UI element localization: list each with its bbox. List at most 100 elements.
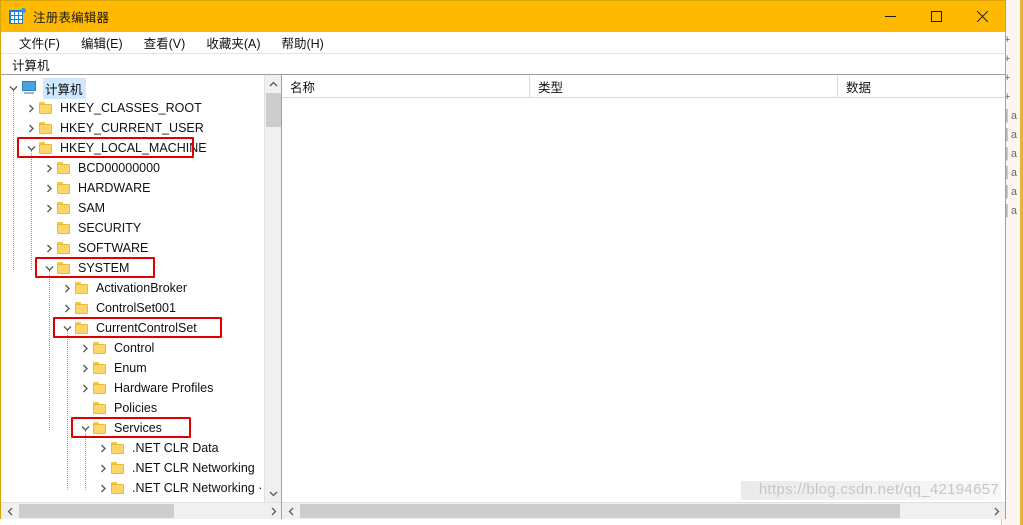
tree-node-.net-clr-data[interactable]: .NET CLR Data <box>95 438 223 458</box>
registry-tree-pane: 计算机 HKEY_CLASSES_ROOT HKEY_CURRENT_USER HKE… <box>1 75 282 519</box>
chevron-down-icon[interactable] <box>77 418 93 438</box>
maximize-button[interactable] <box>913 1 959 32</box>
tree-node-hardware-profiles[interactable]: Hardware Profiles <box>77 378 217 398</box>
watermark-text: https://blog.csdn.net/qq_42194657 <box>758 481 999 498</box>
tree-node-.net-clr-networking[interactable]: .NET CLR Networking · <box>95 478 263 498</box>
folder-icon <box>57 201 73 215</box>
window-title: 注册表编辑器 <box>33 11 110 25</box>
scroll-up-icon[interactable] <box>265 75 281 92</box>
tree-node-label: HKEY_CLASSES_ROOT <box>60 101 202 115</box>
chevron-right-icon[interactable] <box>77 378 93 398</box>
tree-guide-line <box>85 430 86 490</box>
tree-node-security[interactable]: SECURITY <box>41 218 145 238</box>
address-bar[interactable]: 计算机 <box>1 54 1005 75</box>
chevron-down-icon[interactable] <box>23 138 39 158</box>
tree-node-software[interactable]: SOFTWARE <box>41 238 152 258</box>
column-header-name[interactable]: 名称 <box>282 75 530 98</box>
menu-item-favorites[interactable]: 收藏夹(A) <box>197 32 269 54</box>
chevron-right-icon[interactable] <box>95 438 111 458</box>
registry-editor-icon <box>9 8 26 25</box>
chevron-right-icon[interactable] <box>41 238 57 258</box>
minimize-icon <box>884 16 896 17</box>
chevron-down-icon[interactable] <box>59 318 75 338</box>
registry-editor-window: 注册表编辑器 文件(F) 编辑(E) 查看(V) 收藏夹(A) 帮助(H) 计算… <box>0 0 1006 519</box>
tree-node-sam[interactable]: SAM <box>41 198 109 218</box>
values-hscroll-thumb[interactable] <box>300 504 900 518</box>
values-list-pane: 名称 类型 数据 https://blog.csdn.net/qq_421946… <box>282 75 1005 519</box>
tree-node-services[interactable]: Services <box>77 418 166 438</box>
menu-item-help[interactable]: 帮助(H) <box>272 32 332 54</box>
folder-icon <box>111 461 127 475</box>
folder-icon <box>57 241 73 255</box>
tree-node-label: SYSTEM <box>78 261 130 275</box>
tree-hscroll-thumb[interactable] <box>19 504 174 518</box>
tree-node-.net-clr-networking[interactable]: .NET CLR Networking <box>95 458 259 478</box>
tree-node-control[interactable]: Control <box>77 338 158 358</box>
chevron-right-icon[interactable] <box>77 358 93 378</box>
minimize-button[interactable] <box>867 1 913 32</box>
chevron-down-icon[interactable] <box>5 78 21 98</box>
scroll-right-icon[interactable] <box>265 503 281 519</box>
chevron-right-icon[interactable] <box>41 198 57 218</box>
scroll-down-icon[interactable] <box>265 485 281 502</box>
column-header-type[interactable]: 类型 <box>530 75 838 98</box>
values-list-empty[interactable] <box>282 98 1005 502</box>
tree-node-hkey_local_machine[interactable]: HKEY_LOCAL_MACHINE <box>23 138 211 158</box>
folder-icon <box>39 141 55 155</box>
folder-icon <box>93 381 109 395</box>
menu-item-edit[interactable]: 编辑(E) <box>72 32 132 54</box>
folder-icon <box>93 361 109 375</box>
chevron-down-icon[interactable] <box>41 258 57 278</box>
tree-guide-line <box>49 270 50 430</box>
chevron-right-icon[interactable] <box>23 118 39 138</box>
tree-node-policies[interactable]: Policies <box>77 398 161 418</box>
chevron-right-icon[interactable] <box>59 298 75 318</box>
chevron-right-icon[interactable] <box>95 478 111 498</box>
tree-node-controlset001[interactable]: ControlSet001 <box>59 298 180 318</box>
tree-node-hkey_current_user[interactable]: HKEY_CURRENT_USER <box>23 118 208 138</box>
chevron-right-icon[interactable] <box>77 338 93 358</box>
folder-icon <box>57 261 73 275</box>
folder-icon <box>93 421 109 435</box>
tree-vscroll-thumb[interactable] <box>266 93 281 127</box>
tree-node-label: SAM <box>78 201 106 215</box>
folder-icon <box>93 341 109 355</box>
tree-node-system[interactable]: SYSTEM <box>41 258 133 278</box>
folder-icon <box>93 401 109 415</box>
tree-node-enum[interactable]: Enum <box>77 358 151 378</box>
values-scroll-left-icon[interactable] <box>282 503 299 519</box>
tree-node-bcd00000000[interactable]: BCD00000000 <box>41 158 164 178</box>
menu-item-file[interactable]: 文件(F) <box>10 32 69 54</box>
chevron-right-icon[interactable] <box>41 158 57 178</box>
tree-node-label: Hardware Profiles <box>114 381 214 395</box>
chevron-right-icon[interactable] <box>95 458 111 478</box>
tree-node-activationbroker[interactable]: ActivationBroker <box>59 278 191 298</box>
tree-node-[interactable]: 计算机 <box>5 77 86 99</box>
chevron-right-icon[interactable] <box>59 278 75 298</box>
close-button[interactable] <box>959 1 1005 32</box>
registry-tree[interactable]: 计算机 HKEY_CLASSES_ROOT HKEY_CURRENT_USER HKE… <box>1 75 263 502</box>
tree-node-label: ControlSet001 <box>96 301 176 315</box>
values-scroll-right-icon[interactable] <box>988 503 1005 519</box>
tree-horizontal-scrollbar[interactable] <box>1 502 281 519</box>
menu-item-view[interactable]: 查看(V) <box>135 32 195 54</box>
tree-node-label: SOFTWARE <box>78 241 149 255</box>
tree-vertical-scrollbar[interactable] <box>264 75 281 502</box>
tree-node-label: 计算机 <box>43 77 86 99</box>
chevron-right-icon[interactable] <box>41 178 57 198</box>
folder-icon <box>75 281 91 295</box>
values-horizontal-scrollbar[interactable] <box>282 502 1005 519</box>
tree-node-label: Enum <box>114 361 147 375</box>
tree-node-hkey_classes_root[interactable]: HKEY_CLASSES_ROOT <box>23 98 206 118</box>
folder-icon <box>39 101 55 115</box>
tree-node-currentcontrolset[interactable]: CurrentControlSet <box>59 318 201 338</box>
tree-node-hardware[interactable]: HARDWARE <box>41 178 154 198</box>
values-column-header: 名称 类型 数据 <box>282 75 1005 98</box>
title-bar[interactable]: 注册表编辑器 <box>1 1 1005 32</box>
content-panes: 计算机 HKEY_CLASSES_ROOT HKEY_CURRENT_USER HKE… <box>1 75 1005 519</box>
column-header-data[interactable]: 数据 <box>838 75 998 98</box>
scroll-left-icon[interactable] <box>1 503 18 519</box>
chevron-right-icon[interactable] <box>23 98 39 118</box>
twisty-placeholder <box>77 398 93 418</box>
tree-guide-line <box>31 150 32 270</box>
